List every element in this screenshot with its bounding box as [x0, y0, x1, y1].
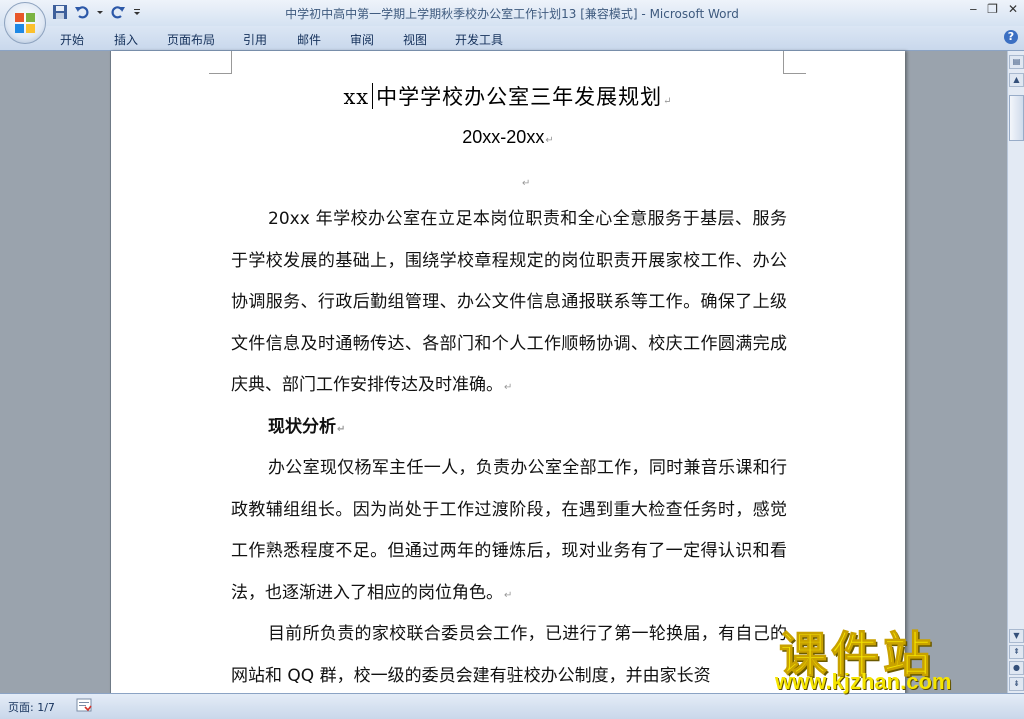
empty-paragraph: ↵	[521, 171, 530, 190]
office-logo-icon	[15, 13, 35, 33]
paragraph-intro: 20xx 年学校办公室在立足本岗位职责和全心全意服务于基层、服务于学校发展的基础…	[231, 199, 787, 409]
tab-home[interactable]: 开始	[60, 31, 84, 48]
window-controls: ‒ ❐ ✕	[970, 2, 1018, 16]
paragraph-text: 目前所负责的家校联合委员会工作，已进行了第一轮换届，有自己的网站和 QQ 群，校…	[231, 624, 787, 686]
document-title: xx 中学学校办公室三年发展规划↵	[111, 81, 905, 111]
vertical-scrollbar[interactable]: ▤ ▲ ▼ ⇞ ● ⇟	[1007, 51, 1024, 693]
document-area[interactable]: xx 中学学校办公室三年发展规划↵ 20xx-20xx↵ ↵ 20xx 年学校办公…	[0, 51, 1007, 701]
crop-mark-right	[783, 51, 806, 74]
title-main: 中学学校办公室三年发展规划	[376, 85, 663, 109]
scroll-thumb[interactable]	[1009, 95, 1024, 141]
paragraph-text: 20xx 年学校办公室在立足本岗位职责和全心全意服务于基层、服务于学校发展的基础…	[231, 209, 787, 395]
paragraph-text: 办公室现仅杨军主任一人，负责办公室全部工作，同时兼音乐课和行政教辅组组长。因为尚…	[231, 458, 787, 603]
scroll-up-icon[interactable]: ▲	[1009, 73, 1024, 87]
section-heading: 现状分析↵	[231, 407, 787, 451]
title-prefix: xx	[343, 85, 370, 109]
paragraph-mark: ↵	[545, 135, 554, 146]
document-name: 中学初中高中第一学期上学期秋季校办公室工作计划13 [兼容模式] -	[285, 7, 650, 21]
text-cursor	[372, 83, 374, 109]
tab-review[interactable]: 审阅	[350, 31, 374, 48]
paragraph-mark: ↵	[663, 96, 673, 107]
tab-insert[interactable]: 插入	[114, 31, 138, 48]
document-page[interactable]: xx 中学学校办公室三年发展规划↵ 20xx-20xx↵ ↵ 20xx 年学校办公…	[110, 51, 905, 701]
minimize-icon[interactable]: ‒	[970, 2, 978, 16]
tab-references[interactable]: 引用	[243, 31, 267, 48]
paragraph-mark: ↵	[522, 178, 531, 189]
subtitle-text: 20xx-20xx	[462, 127, 545, 147]
tab-developer[interactable]: 开发工具	[455, 31, 503, 48]
crop-mark-left	[209, 51, 232, 74]
tab-view[interactable]: 视图	[403, 31, 427, 48]
help-icon[interactable]: ?	[1004, 30, 1018, 44]
ribbon-tabs: 开始 插入 页面布局 引用 邮件 审阅 视图 开发工具 ?	[0, 26, 1024, 51]
proofing-icon[interactable]	[76, 698, 92, 712]
heading-text: 现状分析	[268, 417, 336, 437]
paragraph-mark: ↵	[337, 424, 346, 435]
office-button[interactable]	[4, 2, 46, 44]
kjzhan-watermark-logo: 课件站 www.kjzhan.com	[775, 615, 1015, 695]
paragraph-mark: ↵	[504, 589, 513, 601]
window-title: 中学初中高中第一学期上学期秋季校办公室工作计划13 [兼容模式] - Micro…	[0, 5, 1024, 22]
paragraph-status: 办公室现仅杨军主任一人，负责办公室全部工作，同时兼音乐课和行政教辅组组长。因为尚…	[231, 448, 787, 616]
tab-page-layout[interactable]: 页面布局	[167, 31, 215, 48]
ruler-toggle-icon[interactable]: ▤	[1009, 55, 1024, 69]
document-subtitle: 20xx-20xx↵	[111, 127, 905, 148]
status-bar: 页面: 1/7	[0, 693, 1024, 719]
watermark-url: www.kjzhan.com	[775, 669, 952, 694]
paragraph-committee: 目前所负责的家校联合委员会工作，已进行了第一轮换届，有自己的网站和 QQ 群，校…	[231, 614, 787, 697]
tab-mailings[interactable]: 邮件	[297, 31, 321, 48]
restore-icon[interactable]: ❐	[987, 2, 998, 16]
app-name: Microsoft Word	[649, 7, 739, 21]
close-icon[interactable]: ✕	[1008, 2, 1018, 16]
title-bar: 中学初中高中第一学期上学期秋季校办公室工作计划13 [兼容模式] - Micro…	[0, 0, 1024, 26]
paragraph-mark: ↵	[504, 382, 513, 393]
page-indicator[interactable]: 页面: 1/7	[8, 699, 55, 715]
